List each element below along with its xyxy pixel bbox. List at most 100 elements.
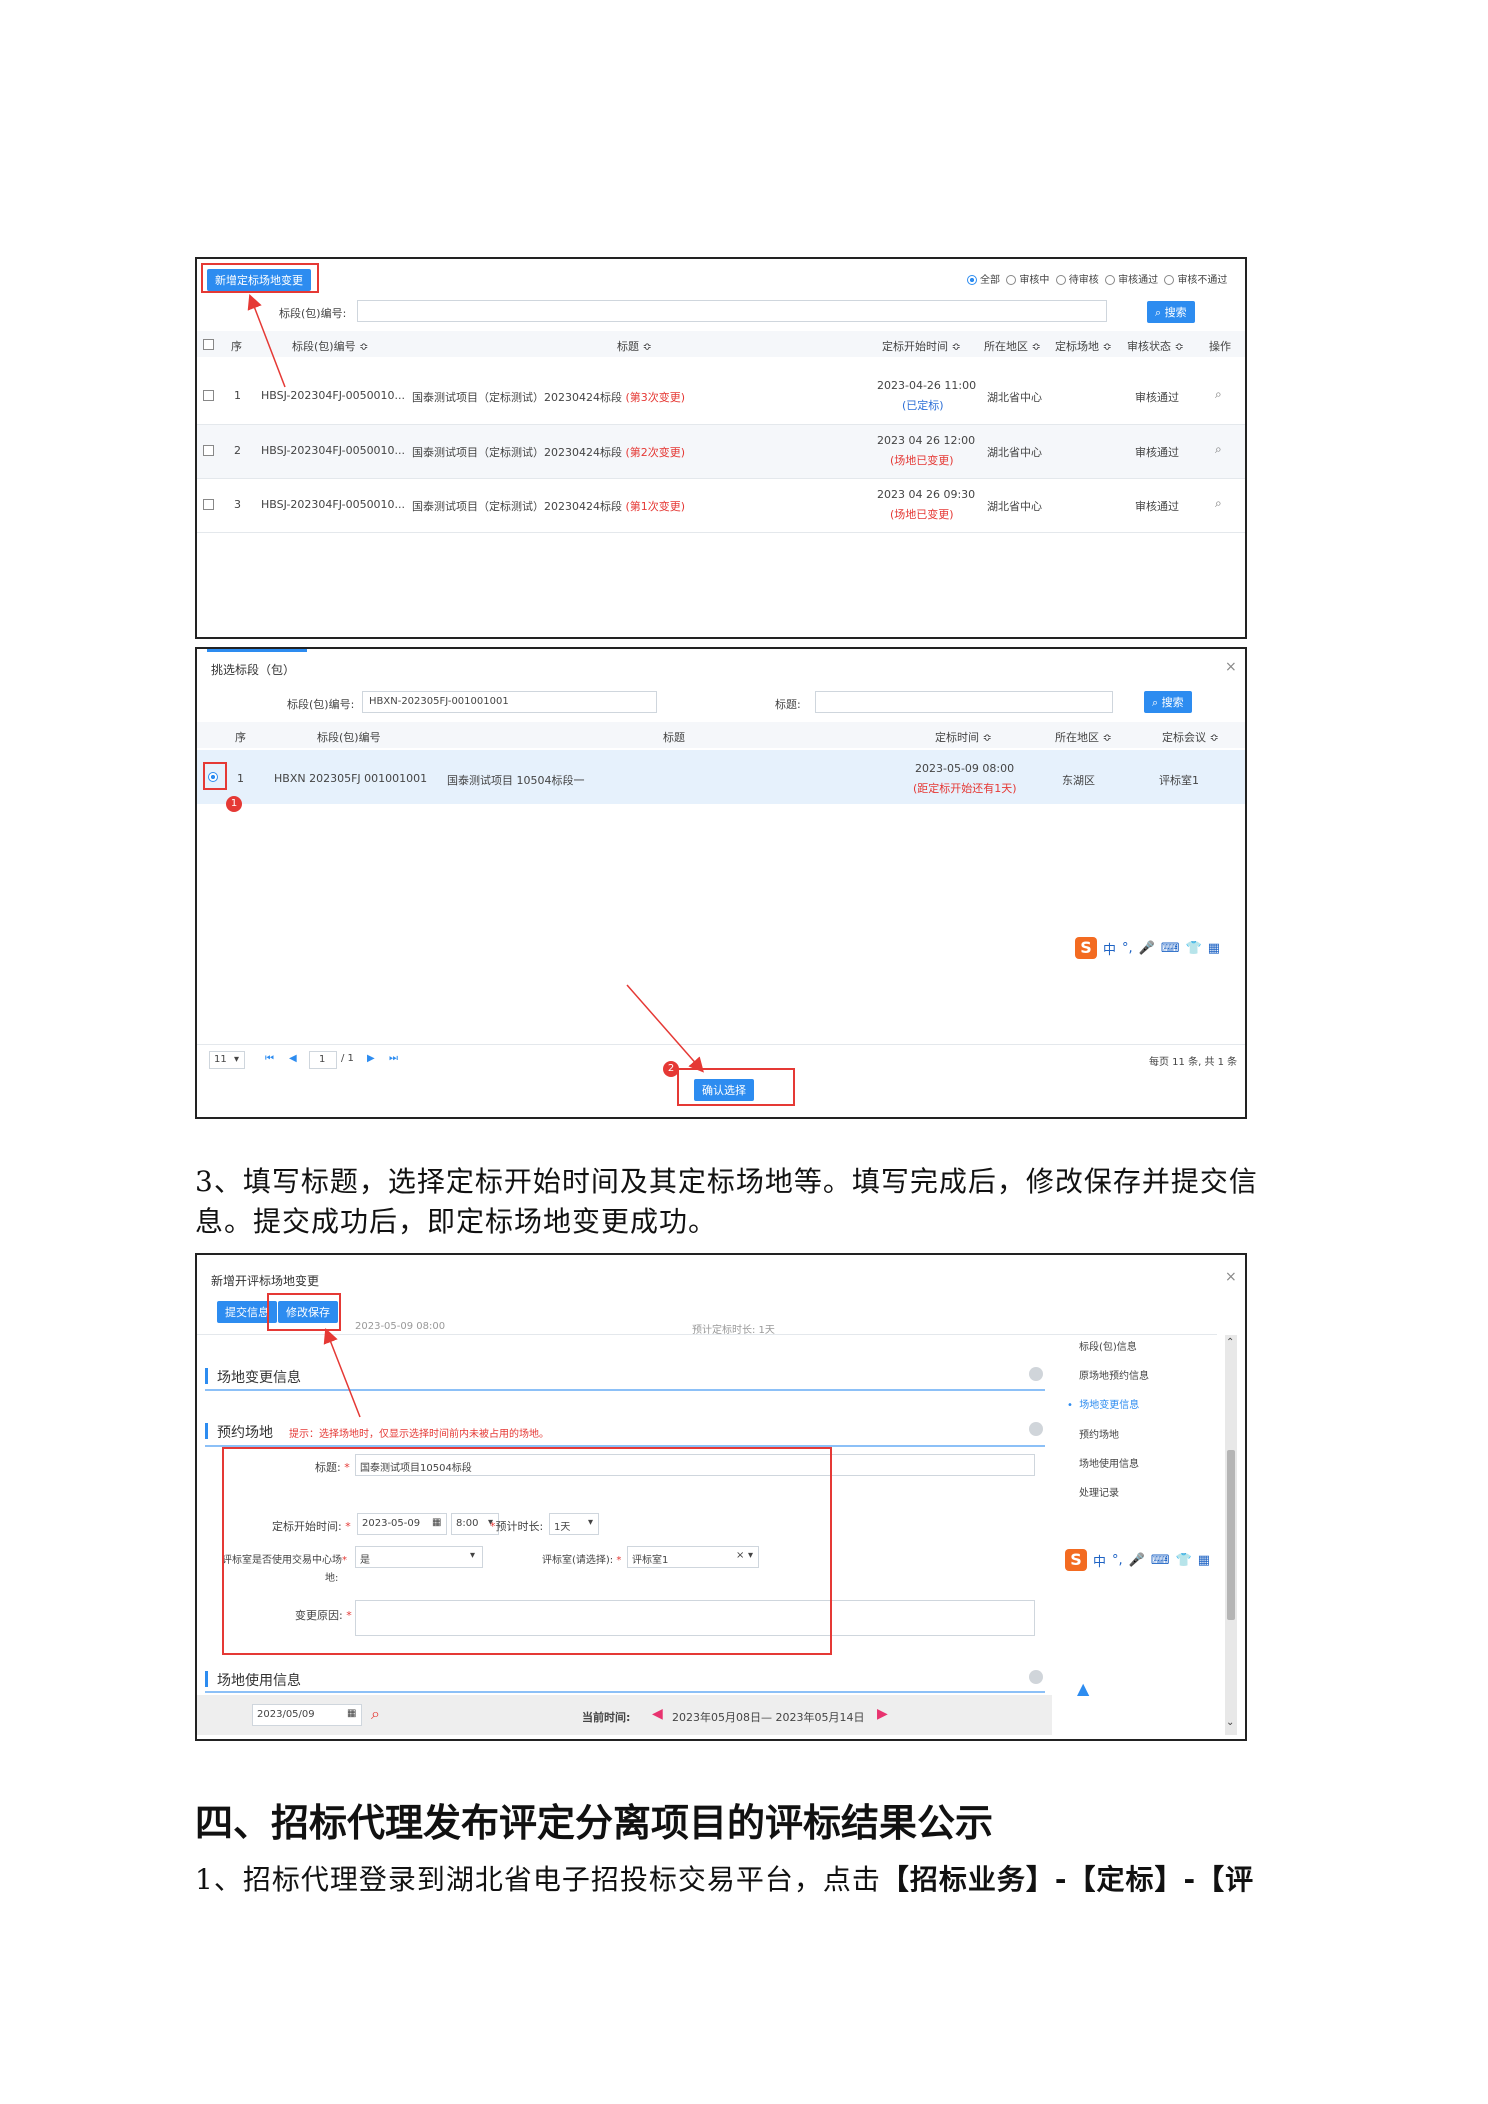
scroll-up-icon[interactable]: ⌃ xyxy=(1226,1337,1234,1348)
col-header: 序 xyxy=(231,340,242,353)
view-icon[interactable]: ⌕ xyxy=(1215,496,1222,511)
next-page-icon[interactable]: ▶ xyxy=(367,1053,375,1064)
section-underline xyxy=(205,1691,1045,1693)
scroll-down-icon[interactable]: ⌄ xyxy=(1226,1717,1234,1728)
row-time-note: (已定标) xyxy=(902,399,944,412)
back-to-top-icon[interactable]: ▲ xyxy=(1077,1679,1089,1698)
row-checkbox[interactable] xyxy=(203,445,214,456)
highlight-form xyxy=(222,1447,832,1655)
col-header[interactable]: 审核状态 ≎ xyxy=(1127,338,1184,354)
col-header[interactable]: 定标开始时间 ≎ xyxy=(882,338,961,354)
col-header[interactable]: 标段(包)编号 ≎ xyxy=(292,338,368,354)
page-input[interactable]: 1 xyxy=(309,1051,337,1069)
skin-icon: 👕 xyxy=(1175,1552,1192,1568)
view-icon[interactable]: ⌕ xyxy=(1215,387,1222,402)
filter-pending-radio[interactable] xyxy=(1055,275,1066,285)
col-header[interactable]: 标题 ≎ xyxy=(617,338,652,354)
row-change-count: (第3次变更) xyxy=(625,391,686,404)
first-page-icon[interactable]: ⏮ xyxy=(265,1053,274,1064)
code-input[interactable]: HBXN-202305FJ-001001001 xyxy=(362,691,657,713)
collapse-icon[interactable] xyxy=(1029,1422,1043,1436)
row-code: HBSJ-202304FJ-0050010... xyxy=(261,444,406,457)
toolbar-divider xyxy=(197,1334,1217,1335)
side-nav-item[interactable]: 预约场地 xyxy=(1079,1426,1119,1441)
col-header[interactable]: 定标会议 ≎ xyxy=(1162,729,1219,745)
filter-reviewing-radio[interactable] xyxy=(1006,275,1017,285)
col-header[interactable]: 定标场地 ≎ xyxy=(1055,338,1112,354)
row-area: 湖北省中心 xyxy=(987,446,1042,459)
collapse-icon[interactable] xyxy=(1029,1367,1043,1381)
side-nav-item[interactable]: 处理记录 xyxy=(1079,1484,1119,1499)
row-no: 1 xyxy=(237,772,244,785)
row-time-note: (场地已变更) xyxy=(890,454,954,467)
row-time: 2023 04 26 12:00 xyxy=(877,434,976,447)
row-status: 审核通过 xyxy=(1135,391,1179,404)
side-nav-item[interactable]: 标段(包)信息 xyxy=(1079,1338,1137,1353)
ime-toolbar[interactable]: S 中 °, 🎤 ⌨ 👕 ▦ xyxy=(1065,1549,1210,1571)
page-total: / 1 xyxy=(341,1053,354,1064)
side-nav-item[interactable]: 场地使用信息 xyxy=(1079,1455,1139,1470)
search-button-label: 搜索 xyxy=(1161,696,1184,709)
next-week-icon[interactable]: ▶ xyxy=(877,1706,888,1722)
select-all-checkbox[interactable] xyxy=(203,339,214,350)
mic-icon: 🎤 xyxy=(1138,940,1155,956)
side-nav-item[interactable]: 原场地预约信息 xyxy=(1079,1367,1149,1382)
highlight-save xyxy=(267,1293,341,1331)
filter-rejected-radio[interactable] xyxy=(1164,275,1175,285)
row-checkbox[interactable] xyxy=(203,499,214,510)
scrollbar-thumb[interactable] xyxy=(1227,1450,1235,1620)
view-icon[interactable]: ⌕ xyxy=(1215,442,1222,457)
row-no: 1 xyxy=(234,389,241,402)
row-divider xyxy=(197,532,1245,533)
screenshot-change-form: 新增开评标场地变更 × 提交信息 修改保存 2023-05-09 08:00 预… xyxy=(195,1253,1247,1741)
filter-all-label: 全部 xyxy=(980,275,1000,286)
row-checkbox[interactable] xyxy=(203,390,214,401)
punctuation-icon: °, xyxy=(1122,940,1133,956)
row-title-text: 国泰测试项目（定标测试）20230424标段 xyxy=(412,446,622,459)
section-marker xyxy=(205,1368,208,1384)
col-header[interactable]: 定标时间 ≎ xyxy=(935,729,992,745)
filter-approved-label: 审核通过 xyxy=(1118,275,1159,286)
row-change-count: (第1次变更) xyxy=(625,500,686,513)
row-code: HBSJ-202304FJ-0050010... xyxy=(261,498,406,511)
annotation-arrow xyxy=(626,984,704,1073)
title-input[interactable] xyxy=(815,691,1113,713)
usage-date-input[interactable]: 2023/05/09 ▦ xyxy=(252,1704,362,1726)
instruction-step-1-text: 1、招标代理登录到湖北省电子招投标交易平台，点击 xyxy=(195,1863,881,1896)
row-area: 东湖区 xyxy=(1062,774,1095,787)
row-title: 国泰测试项目（定标测试）20230424标段 (第3次变更) xyxy=(412,389,685,405)
section-usage: 场地使用信息 xyxy=(217,1673,301,1689)
prev-week-icon[interactable]: ◀ xyxy=(652,1706,663,1722)
row-room: 评标室1 xyxy=(1159,774,1199,787)
search-input[interactable] xyxy=(357,300,1107,322)
highlight-radio xyxy=(203,762,227,790)
row-time: 2023-04-26 11:00 xyxy=(877,379,977,392)
row-time: 2023 04 26 09:30 xyxy=(877,488,976,501)
close-icon[interactable]: × xyxy=(1225,659,1237,675)
col-header[interactable]: 所在地区 ≎ xyxy=(984,338,1041,354)
last-page-icon[interactable]: ⏭ xyxy=(389,1053,398,1064)
ime-toolbar[interactable]: S 中 °, 🎤 ⌨ 👕 ▦ xyxy=(1075,937,1220,959)
sogou-icon: S xyxy=(1065,1549,1087,1571)
col-header: 操作 xyxy=(1209,340,1231,353)
filter-approved-radio[interactable] xyxy=(1105,275,1116,285)
filter-pending-label: 待审核 xyxy=(1068,275,1099,286)
search-label: 标段(包)编号: xyxy=(279,307,347,320)
screenshot-select-section: 挑选标段（包） × 标段(包)编号: HBXN-202305FJ-0010010… xyxy=(195,647,1247,1119)
row-title-text: 国泰测试项目（定标测试）20230424标段 xyxy=(412,391,622,404)
search-button[interactable]: ⌕ 搜索 xyxy=(1147,301,1195,323)
page-size-select[interactable]: 11 ▾ xyxy=(209,1051,245,1069)
grid-icon: ▦ xyxy=(1197,1552,1211,1568)
active-dot-icon: • xyxy=(1067,1400,1073,1411)
search-icon[interactable]: ⌕ xyxy=(371,1704,380,1724)
title-label: 标题: xyxy=(775,698,801,711)
side-nav-item-active[interactable]: • 场地变更信息 xyxy=(1067,1396,1139,1411)
search-button[interactable]: ⌕ 搜索 xyxy=(1144,691,1192,713)
calendar-icon: ▦ xyxy=(347,1708,357,1719)
filter-all-radio[interactable] xyxy=(967,275,977,285)
collapse-icon[interactable] xyxy=(1029,1670,1043,1684)
highlight-confirm xyxy=(677,1068,795,1106)
close-icon[interactable]: × xyxy=(1225,1269,1237,1285)
col-header[interactable]: 所在地区 ≎ xyxy=(1055,729,1112,745)
prev-page-icon[interactable]: ◀ xyxy=(289,1053,297,1064)
